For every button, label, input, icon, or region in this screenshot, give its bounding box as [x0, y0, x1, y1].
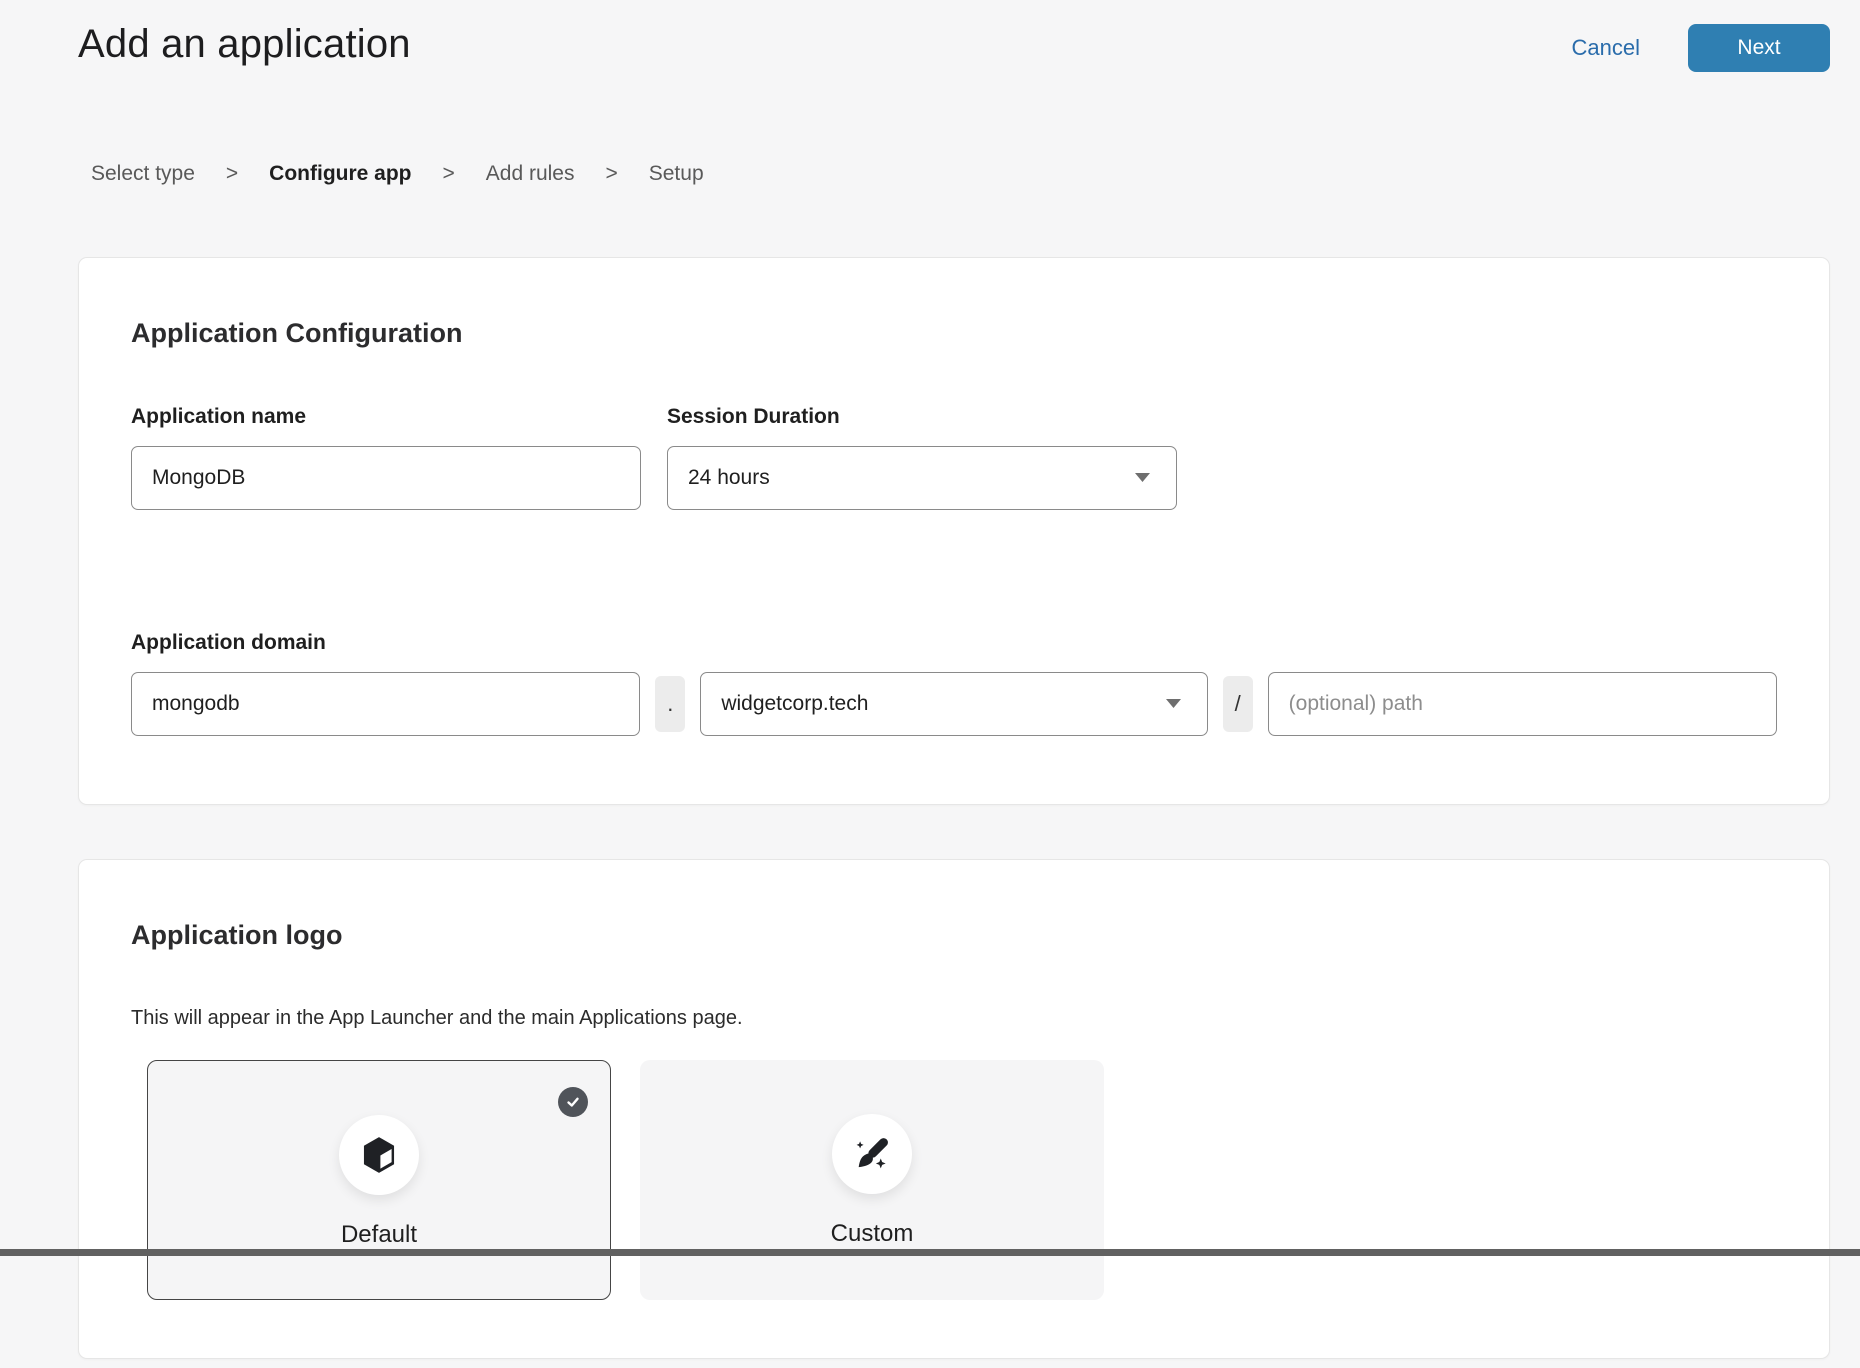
slash-separator: / — [1223, 676, 1253, 732]
paintbrush-icon — [851, 1133, 893, 1175]
session-duration-label: Session Duration — [667, 404, 1177, 430]
header-actions: Cancel Next — [1572, 24, 1830, 72]
application-logo-heading: Application logo — [131, 918, 1777, 952]
logo-option-default-label: Default — [341, 1221, 417, 1249]
page-header: Add an application Cancel Next — [0, 0, 1860, 72]
application-logo-description: This will appear in the App Launcher and… — [131, 1006, 1777, 1030]
breadcrumb-step-add-rules[interactable]: Add rules — [486, 162, 575, 186]
session-duration-value: 24 hours — [688, 466, 770, 490]
breadcrumb-separator: > — [226, 162, 238, 186]
session-duration-select[interactable]: 24 hours — [667, 446, 1177, 510]
breadcrumb-separator: > — [443, 162, 455, 186]
chevron-down-icon — [1166, 699, 1181, 709]
application-name-label: Application name — [131, 404, 641, 430]
default-logo-circle — [339, 1115, 419, 1195]
application-configuration-card: Application Configuration Application na… — [78, 257, 1830, 805]
chevron-down-icon — [1135, 473, 1150, 483]
breadcrumb-separator: > — [605, 162, 617, 186]
check-icon — [565, 1094, 581, 1110]
logo-option-custom[interactable]: Custom — [640, 1060, 1104, 1300]
cube-icon — [358, 1134, 400, 1176]
bottom-edge-band — [0, 1249, 1860, 1256]
path-input[interactable] — [1268, 672, 1777, 736]
logo-options: Default Custom — [147, 1060, 1777, 1300]
breadcrumb-step-configure-app[interactable]: Configure app — [269, 162, 411, 186]
breadcrumb-step-setup[interactable]: Setup — [649, 162, 704, 186]
subdomain-input[interactable] — [131, 672, 640, 736]
application-configuration-heading: Application Configuration — [131, 316, 1777, 350]
application-domain-label: Application domain — [131, 630, 1777, 656]
logo-option-custom-label: Custom — [831, 1220, 914, 1248]
selected-check-badge — [558, 1087, 588, 1117]
breadcrumb-step-select-type[interactable]: Select type — [91, 162, 195, 186]
application-name-input[interactable] — [131, 446, 641, 510]
breadcrumb: Select type > Configure app > Add rules … — [91, 162, 1860, 186]
logo-option-default[interactable]: Default — [147, 1060, 611, 1300]
page-title: Add an application — [78, 22, 411, 67]
cancel-button[interactable]: Cancel — [1572, 35, 1640, 61]
application-logo-card: Application logo This will appear in the… — [78, 859, 1830, 1359]
next-button[interactable]: Next — [1688, 24, 1830, 72]
domain-select[interactable]: widgetcorp.tech — [700, 672, 1207, 736]
domain-value: widgetcorp.tech — [721, 692, 868, 716]
dot-separator: . — [655, 676, 685, 732]
custom-logo-circle — [832, 1114, 912, 1194]
